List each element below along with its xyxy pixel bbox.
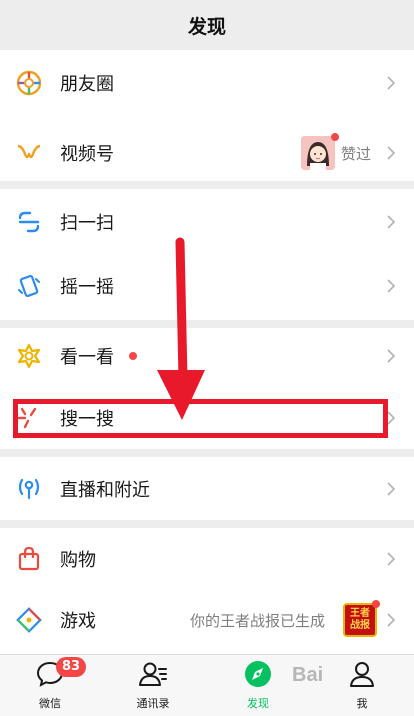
person-icon <box>347 659 377 689</box>
tab-label: 微信 <box>39 697 61 710</box>
tab-contacts[interactable]: 通讯录 <box>113 659 193 715</box>
compass-icon <box>243 659 273 689</box>
tab-label: 发现 <box>247 697 269 710</box>
annotation-highlight-box <box>13 399 388 438</box>
unread-badge: 83 <box>56 657 87 677</box>
watermark-text: Bai <box>292 664 324 686</box>
tab-chats[interactable]: 83 微信 <box>10 657 90 715</box>
contacts-icon <box>138 659 168 689</box>
tab-discover[interactable]: 发现 <box>218 659 298 715</box>
tab-me[interactable]: 我 <box>322 659 402 715</box>
tab-label: 通讯录 <box>136 697 170 710</box>
bottom-tab-bar: 83 微信 通讯录 发现 我 <box>0 654 414 716</box>
annotation-arrow-icon <box>157 237 205 420</box>
tab-label: 我 <box>356 697 368 710</box>
